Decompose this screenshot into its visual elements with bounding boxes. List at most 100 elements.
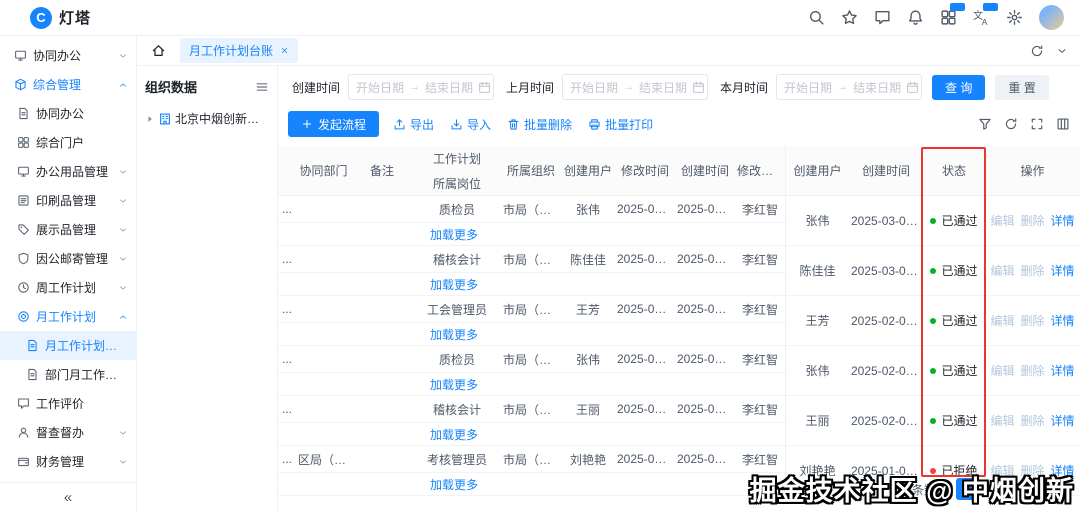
sidebar-item[interactable]: 协同办公 xyxy=(0,99,136,128)
load-more-link[interactable]: 加载更多 xyxy=(430,378,478,392)
load-more-link[interactable]: 加载更多 xyxy=(430,428,478,442)
translate-icon[interactable]: 文A xyxy=(969,2,998,30)
date-range-input[interactable]: 开始日期 → 结束日期 xyxy=(562,74,709,100)
load-more-link[interactable]: 加载更多 xyxy=(430,228,478,242)
edit-link[interactable]: 编辑 xyxy=(990,264,1014,278)
start-date-placeholder: 开始日期 xyxy=(356,80,405,95)
delete-link[interactable]: 删除 xyxy=(1020,414,1044,428)
apps-icon[interactable] xyxy=(936,2,965,30)
filter-icon[interactable] xyxy=(978,117,992,131)
sidebar-item[interactable]: 月工作计划 xyxy=(0,302,136,331)
delete-link[interactable]: 删除 xyxy=(1020,264,1044,278)
batch-delete-button[interactable]: 批量删除 xyxy=(507,116,572,133)
app-logo-icon: C xyxy=(30,6,52,29)
export-button[interactable]: 导出 xyxy=(393,116,434,133)
edit-link[interactable]: 编辑 xyxy=(990,314,1014,328)
cell-overflow: ... xyxy=(278,346,296,373)
sidebar-item[interactable]: 工作评价 xyxy=(0,389,136,418)
import-button[interactable]: 导入 xyxy=(450,116,491,133)
date-range-input[interactable]: 开始日期 → 结束日期 xyxy=(348,74,495,100)
cell-dept xyxy=(296,346,351,373)
sidebar-item[interactable]: 部门月工作计划(... xyxy=(0,360,136,389)
start-date-placeholder: 开始日期 xyxy=(570,80,619,95)
reset-button[interactable]: 重 置 xyxy=(995,74,1049,100)
query-button[interactable]: 查 询 xyxy=(932,74,986,100)
detail-link[interactable]: 详情 xyxy=(1051,364,1075,378)
home-button[interactable] xyxy=(151,43,166,58)
status-dot-icon xyxy=(930,368,937,374)
cell-create-time: 2025-02-08... xyxy=(849,296,923,346)
start-process-button[interactable]: 发起流程 xyxy=(288,111,380,137)
sidebar-item-label: 月工作计划台账 xyxy=(45,339,128,353)
delete-link[interactable]: 删除 xyxy=(1020,214,1044,228)
date-range-input[interactable]: 开始日期 → 结束日期 xyxy=(776,74,923,100)
cell-position: 稽核会计 xyxy=(413,396,501,423)
detail-link[interactable]: 详情 xyxy=(1051,414,1075,428)
sidebar-item[interactable]: 印刷品管理 xyxy=(0,186,136,215)
user-avatar[interactable] xyxy=(1039,5,1064,30)
edit-link[interactable]: 编辑 xyxy=(990,464,1014,478)
sidebar-item[interactable]: 综合管理 xyxy=(0,70,136,99)
column-settings-icon[interactable] xyxy=(1056,117,1070,131)
comment-icon[interactable] xyxy=(870,6,894,30)
sidebar-item[interactable]: 督查督办 xyxy=(0,418,136,447)
batch-print-button[interactable]: 批量打印 xyxy=(588,116,653,133)
detail-link[interactable]: 详情 xyxy=(1051,214,1075,228)
detail-link[interactable]: 详情 xyxy=(1051,314,1075,328)
org-tree-node[interactable]: 北京中烟创新科技有限... xyxy=(145,110,269,127)
load-more-link[interactable]: 加载更多 xyxy=(430,478,478,492)
bell-icon[interactable] xyxy=(903,6,927,30)
cell-org: 市局（公司... xyxy=(501,296,561,323)
page-button[interactable]: 1 xyxy=(956,478,979,500)
cell-overflow: ... xyxy=(278,296,296,323)
tab-monthly-plan-ledger[interactable]: 月工作计划台账 xyxy=(180,38,299,63)
pagination: 条数据 1 xyxy=(912,478,979,500)
sidebar-item[interactable]: 办公用品管理 xyxy=(0,157,136,186)
hamburger-icon[interactable] xyxy=(255,80,269,94)
range-arrow-icon: → xyxy=(409,81,421,93)
promo-badge xyxy=(950,2,965,11)
delete-icon xyxy=(507,118,520,131)
edit-link[interactable]: 编辑 xyxy=(990,214,1014,228)
refresh-icon[interactable] xyxy=(1004,117,1018,131)
print-icon xyxy=(588,118,601,131)
search-icon[interactable] xyxy=(804,6,828,30)
delete-link[interactable]: 删除 xyxy=(1020,314,1044,328)
sidebar-item[interactable]: 财务管理 xyxy=(0,447,136,476)
doc-icon xyxy=(26,368,39,381)
cell-created: 2025-01-08... xyxy=(675,446,735,473)
sidebar-item[interactable]: 因公邮寄管理 xyxy=(0,244,136,273)
close-icon[interactable] xyxy=(280,46,289,55)
load-more-link[interactable]: 加载更多 xyxy=(430,278,478,292)
sidebar-item[interactable]: 展示品管理 xyxy=(0,215,136,244)
refresh-tabs-button[interactable] xyxy=(1030,44,1044,58)
cell-modified: 2025-03-05... xyxy=(615,246,675,273)
sidebar-item[interactable]: 周工作计划 xyxy=(0,273,136,302)
detail-link[interactable]: 详情 xyxy=(1051,264,1075,278)
svg-text:A: A xyxy=(981,17,987,26)
sidebar-collapse-button[interactable]: « xyxy=(0,482,136,512)
sidebar-item[interactable]: 月工作计划台账 xyxy=(0,331,136,360)
cell-modified: 2025-03-05... xyxy=(615,196,675,223)
list-icon xyxy=(17,194,30,207)
star-icon[interactable] xyxy=(837,6,861,30)
edit-link[interactable]: 编辑 xyxy=(990,414,1014,428)
sidebar-item[interactable]: 协同办公 xyxy=(0,41,136,70)
gear-icon[interactable] xyxy=(1002,6,1026,30)
tabs-menu-button[interactable] xyxy=(1056,45,1068,57)
cell-note xyxy=(351,196,413,223)
load-more-link[interactable]: 加载更多 xyxy=(430,328,478,342)
doc-icon xyxy=(26,339,39,352)
status-dot-icon xyxy=(930,268,937,274)
edit-link[interactable]: 编辑 xyxy=(990,364,1014,378)
sidebar-item-label: 财务管理 xyxy=(36,455,85,469)
expand-icon[interactable] xyxy=(1030,117,1044,131)
sidebar-item[interactable]: 综合门户 xyxy=(0,128,136,157)
detail-link[interactable]: 详情 xyxy=(1051,464,1075,478)
delete-link[interactable]: 删除 xyxy=(1020,464,1044,478)
table-wrap: 协同部门 备注 工作计划 所属组织 创建用户 修改时间 创建时间 修改用户 创建用户 创建时间 状态… xyxy=(278,146,1080,512)
topbar-actions: 文A xyxy=(804,2,1064,30)
status-badge: 已通过 xyxy=(923,246,985,296)
end-date-placeholder: 结束日期 xyxy=(639,80,688,95)
delete-link[interactable]: 删除 xyxy=(1020,364,1044,378)
